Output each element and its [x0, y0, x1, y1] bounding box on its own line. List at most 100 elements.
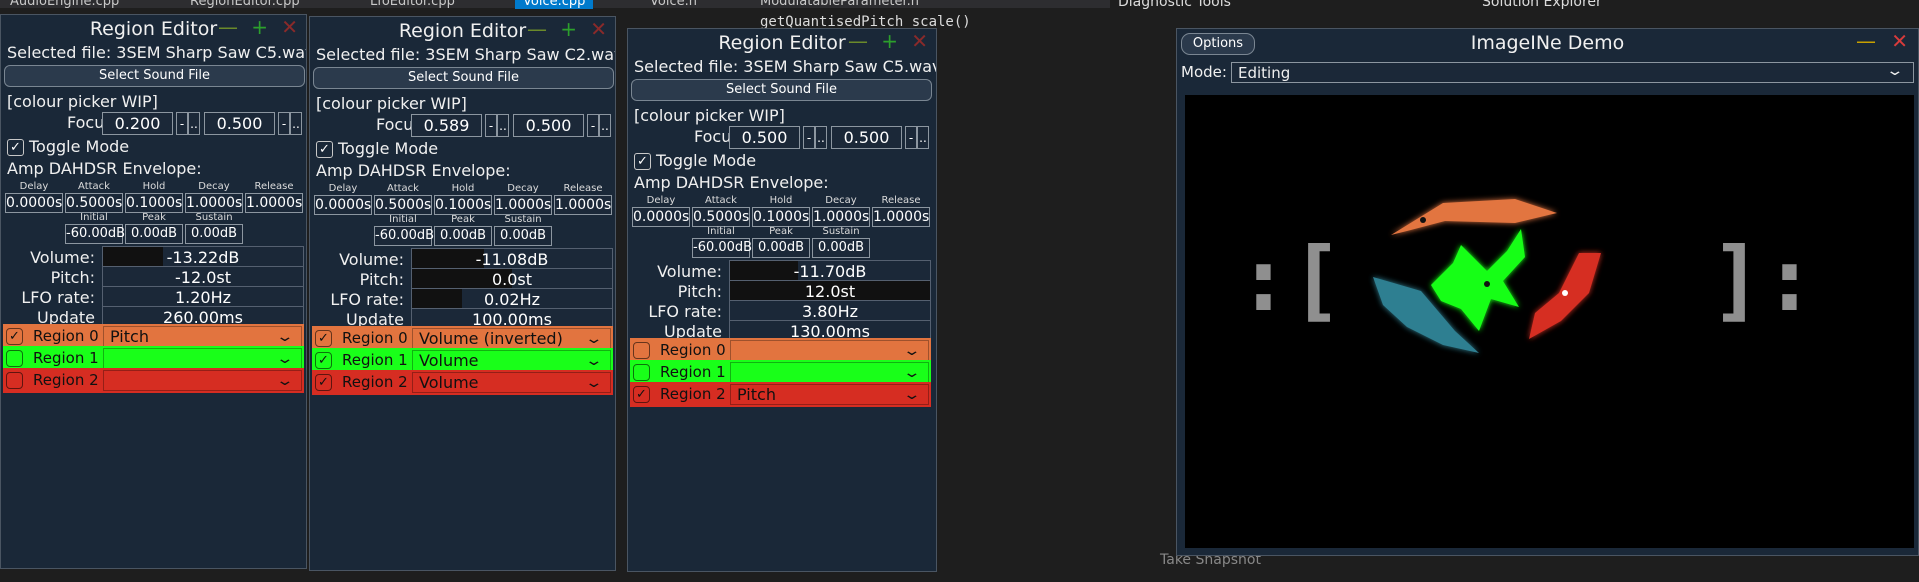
envelope-param-value[interactable]: 1.0000s [812, 207, 870, 227]
envelope-param-label: Release [563, 183, 603, 194]
region-label: Region 0 [660, 341, 726, 359]
envelope-param-value[interactable]: 1.0000s [245, 193, 303, 213]
minimize-button[interactable]: — [218, 16, 238, 38]
envelope-param-value[interactable]: 0.5000s [692, 207, 750, 227]
focus-value-1[interactable]: 0.589 [411, 114, 482, 137]
select-sound-file-button[interactable]: Select Sound File [4, 65, 305, 87]
envelope-param-value[interactable]: 0.0000s [5, 193, 63, 213]
region-enable-checkbox[interactable]: ✓ [315, 330, 332, 347]
envelope-param-value[interactable]: 0.1000s [752, 207, 810, 227]
focus-2-decrement[interactable]: - [587, 114, 599, 137]
envelope-level-value[interactable]: -60.00dB [692, 238, 752, 258]
focus-value-2[interactable]: 0.500 [204, 112, 275, 135]
region-target-select[interactable]: ⌄ [730, 362, 929, 383]
envelope-level-value[interactable]: -60.00dB [65, 224, 125, 244]
envelope-level-value[interactable]: 0.00dB [434, 226, 492, 246]
focus-2-decrement[interactable]: - [905, 126, 917, 149]
envelope-level-value[interactable]: 0.00dB [185, 224, 243, 244]
envelope-param-value[interactable]: 1.0000s [554, 195, 612, 215]
select-sound-file-button[interactable]: Select Sound File [631, 79, 932, 101]
envelope-level-value[interactable]: 0.00dB [752, 238, 810, 258]
focus-1-decrement[interactable]: - [803, 126, 815, 149]
focus-1-decrement[interactable]: - [176, 112, 188, 135]
envelope-param-value[interactable]: 0.1000s [434, 195, 492, 215]
close-button[interactable]: ✕ [911, 30, 928, 52]
region-target-select[interactable]: Volume ⌄ [412, 372, 611, 393]
region-1-handle[interactable] [1484, 281, 1490, 287]
region-target-select[interactable]: ⌄ [730, 340, 929, 361]
region-2-handle[interactable] [1562, 290, 1568, 296]
envelope-param-value[interactable]: 1.0000s [494, 195, 552, 215]
envelope-param-value[interactable]: 0.0000s [632, 207, 690, 227]
region-enable-checkbox[interactable]: ✓ [315, 374, 332, 391]
minimize-button[interactable]: — [527, 18, 547, 40]
envelope-param-value[interactable]: 0.5000s [65, 193, 123, 213]
focus-1-more[interactable]: .. [497, 114, 509, 137]
demo-canvas[interactable]: :[ ]: [1185, 95, 1914, 548]
envelope-param-value[interactable]: 0.0000s [314, 195, 372, 215]
region-enable-checkbox[interactable] [633, 364, 650, 381]
toggle-mode-checkbox[interactable]: ✓ [7, 139, 24, 156]
focus-value-2[interactable]: 0.500 [831, 126, 902, 149]
envelope-level-value[interactable]: -60.00dB [374, 226, 434, 246]
focus-1-decrement[interactable]: - [485, 114, 497, 137]
region-target-select[interactable]: ⌄ [103, 348, 302, 369]
region-enable-checkbox[interactable] [6, 372, 23, 389]
toggle-mode-checkbox[interactable]: ✓ [316, 141, 333, 158]
envelope-level-value[interactable]: 0.00dB [125, 224, 183, 244]
envelope-param-value[interactable]: 0.1000s [125, 193, 183, 213]
region-row[interactable]: Region 2 ⌄ [3, 368, 304, 393]
tab-modulatableparameter[interactable]: ModulatableParameter.h [760, 0, 919, 9]
focus-value-1[interactable]: 0.500 [729, 126, 800, 149]
maximize-button[interactable]: + [560, 18, 577, 40]
envelope-param-value[interactable]: 1.0000s [185, 193, 243, 213]
region-target-select[interactable]: Pitch ⌄ [103, 326, 302, 347]
tab-audioengine[interactable]: AudioEngine.cpp [10, 0, 119, 9]
tab-voice-h[interactable]: Voice.h [650, 0, 697, 9]
maximize-button[interactable]: + [251, 16, 268, 38]
focus-value-2[interactable]: 0.500 [513, 114, 584, 137]
envelope-level-value[interactable]: 0.00dB [494, 226, 552, 246]
region-enable-checkbox[interactable] [6, 350, 23, 367]
region-enable-checkbox[interactable]: ✓ [633, 386, 650, 403]
tab-lfoeditor[interactable]: LfoEditor.cpp [370, 0, 455, 9]
region-row[interactable]: ✓ Region 2 Volume ⌄ [312, 370, 613, 395]
chevron-down-icon: ⌄ [275, 351, 295, 367]
region-target-select[interactable]: Volume (inverted) ⌄ [412, 328, 611, 349]
envelope-level-value[interactable]: 0.00dB [812, 238, 870, 258]
region-enable-checkbox[interactable]: ✓ [315, 352, 332, 369]
envelope-param-value[interactable]: 1.0000s [872, 207, 930, 227]
close-button[interactable]: ✕ [590, 18, 607, 40]
colour-picker-label: [colour picker WIP] [316, 94, 467, 113]
region-target-select[interactable]: Pitch ⌄ [730, 384, 929, 405]
focus-1-more[interactable]: .. [815, 126, 827, 149]
close-button[interactable]: ✕ [281, 16, 298, 38]
tab-voice-cpp[interactable]: Voice.cpp [515, 0, 594, 9]
focus-2-decrement[interactable]: - [278, 112, 290, 135]
region-enable-checkbox[interactable]: ✓ [6, 328, 23, 345]
tab-regioneditor[interactable]: RegionEditor.cpp [190, 0, 300, 9]
region-target-select[interactable]: ⌄ [103, 370, 302, 391]
region-enable-checkbox[interactable] [633, 342, 650, 359]
toggle-mode-checkbox[interactable]: ✓ [634, 153, 651, 170]
focus-2-more[interactable]: .. [917, 126, 929, 149]
maximize-button[interactable]: + [881, 30, 898, 52]
minimize-button[interactable]: — [848, 30, 868, 52]
slider-value: 1.20Hz [174, 288, 232, 307]
chevron-down-icon: ⌄ [275, 373, 295, 389]
envelope-param-value[interactable]: 0.5000s [374, 195, 432, 215]
region-0-handle[interactable] [1420, 217, 1426, 223]
focus-2-more[interactable]: .. [599, 114, 611, 137]
region-0-shape[interactable] [1391, 199, 1557, 235]
region-label: Region 2 [342, 373, 408, 391]
region-1-shape[interactable] [1431, 229, 1525, 331]
focus-1-more[interactable]: .. [188, 112, 200, 135]
focus-2-more[interactable]: .. [290, 112, 302, 135]
region-row[interactable]: ✓ Region 2 Pitch ⌄ [630, 382, 931, 407]
focus-value-1[interactable]: 0.200 [102, 112, 173, 135]
demo-close-button[interactable]: ✕ [1891, 30, 1908, 52]
demo-minimize-button[interactable]: — [1856, 30, 1876, 52]
region-target-select[interactable]: Volume ⌄ [412, 350, 611, 371]
select-sound-file-button[interactable]: Select Sound File [313, 67, 614, 89]
mode-select[interactable]: Editing ⌄ [1231, 62, 1914, 83]
